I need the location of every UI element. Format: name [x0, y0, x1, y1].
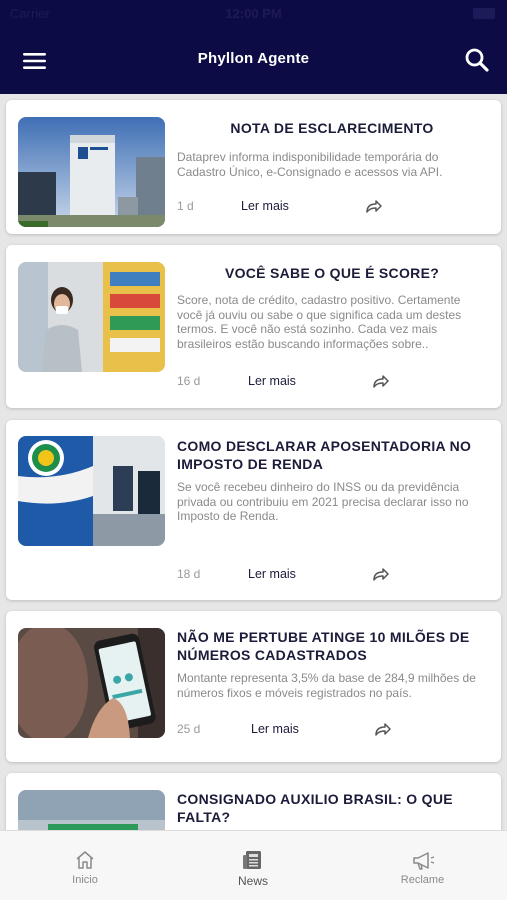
news-feed[interactable]: NOTA DE ESCLARECIMENTO Dataprev informa … [0, 94, 507, 830]
status-bar: Carrier 12:00 PM [0, 0, 507, 28]
article-summary: Dataprev informa indisponibilidade tempo… [177, 150, 443, 179]
tab-inicio[interactable]: Inicio [50, 831, 120, 900]
tab-label: News [237, 874, 268, 888]
share-icon [373, 568, 389, 581]
article-summary: Score, nota de crédito, cadastro positiv… [177, 293, 462, 351]
news-card[interactable]: VOCÊ SABE O QUE É SCORE? Score, nota de … [6, 245, 501, 408]
article-summary: Se você recebeu dinheiro do INSS ou da p… [177, 480, 469, 523]
article-age: 25 d [177, 722, 201, 736]
article-title[interactable]: NÃO ME PERTUBE ATINGE 10 MILÕES DE NÚMER… [177, 628, 487, 664]
article-image-previdencia-social [18, 436, 165, 546]
share-icon [373, 375, 389, 388]
battery-icon [473, 8, 495, 19]
article-image-dataprev-building [18, 117, 165, 227]
news-card[interactable]: CONSIGNADO AUXILIO BRASIL: O QUE FALTA? [6, 773, 501, 830]
app-header: Phyllon Agente [0, 28, 507, 94]
share-button[interactable] [371, 371, 391, 391]
home-icon [76, 851, 94, 869]
read-more-link[interactable]: Ler mais [248, 567, 296, 581]
tab-label: Reclame [400, 874, 445, 886]
read-more-link[interactable]: Ler mais [241, 199, 289, 213]
article-title[interactable]: CONSIGNADO AUXILIO BRASIL: O QUE FALTA? [177, 790, 487, 826]
tab-label: Inicio [72, 874, 98, 886]
share-icon [366, 200, 382, 213]
bottom-tab-bar: Inicio News Reclame [0, 830, 507, 900]
hamburger-menu-button[interactable] [20, 48, 50, 74]
share-button[interactable] [373, 719, 393, 739]
hamburger-icon [23, 53, 46, 69]
article-title[interactable]: COMO DESCLARAR APOSENTADORIA NO IMPOSTO … [177, 437, 487, 473]
tab-reclame[interactable]: Reclame [385, 831, 460, 900]
article-summary: Montante representa 3,5% da base de 284,… [177, 671, 476, 700]
news-card[interactable]: NÃO ME PERTUBE ATINGE 10 MILÕES DE NÚMER… [6, 611, 501, 762]
article-image-auxilio-brasil [18, 790, 165, 830]
share-button[interactable] [371, 564, 391, 584]
news-card[interactable]: NOTA DE ESCLARECIMENTO Dataprev informa … [6, 100, 501, 234]
article-image-hand-smartphone [18, 628, 165, 738]
search-icon [465, 48, 489, 72]
share-button[interactable] [364, 196, 384, 216]
megaphone-icon [412, 852, 434, 870]
article-age: 18 d [177, 567, 201, 581]
read-more-link[interactable]: Ler mais [251, 722, 299, 736]
article-image-woman-supermarket [18, 262, 165, 372]
news-card[interactable]: COMO DESCLARAR APOSENTADORIA NO IMPOSTO … [6, 420, 501, 600]
clock-label: 12:00 PM [225, 6, 282, 21]
article-age: 16 d [177, 374, 201, 388]
article-title[interactable]: NOTA DE ESCLARECIMENTO [177, 119, 487, 137]
article-age: 1 d [177, 199, 194, 213]
share-icon [375, 723, 391, 736]
search-button[interactable] [463, 46, 491, 74]
tab-news[interactable]: News [218, 831, 288, 900]
read-more-link[interactable]: Ler mais [248, 374, 296, 388]
newspaper-icon [243, 851, 261, 869]
article-title[interactable]: VOCÊ SABE O QUE É SCORE? [177, 264, 487, 282]
app-title: Phyllon Agente [197, 50, 310, 67]
